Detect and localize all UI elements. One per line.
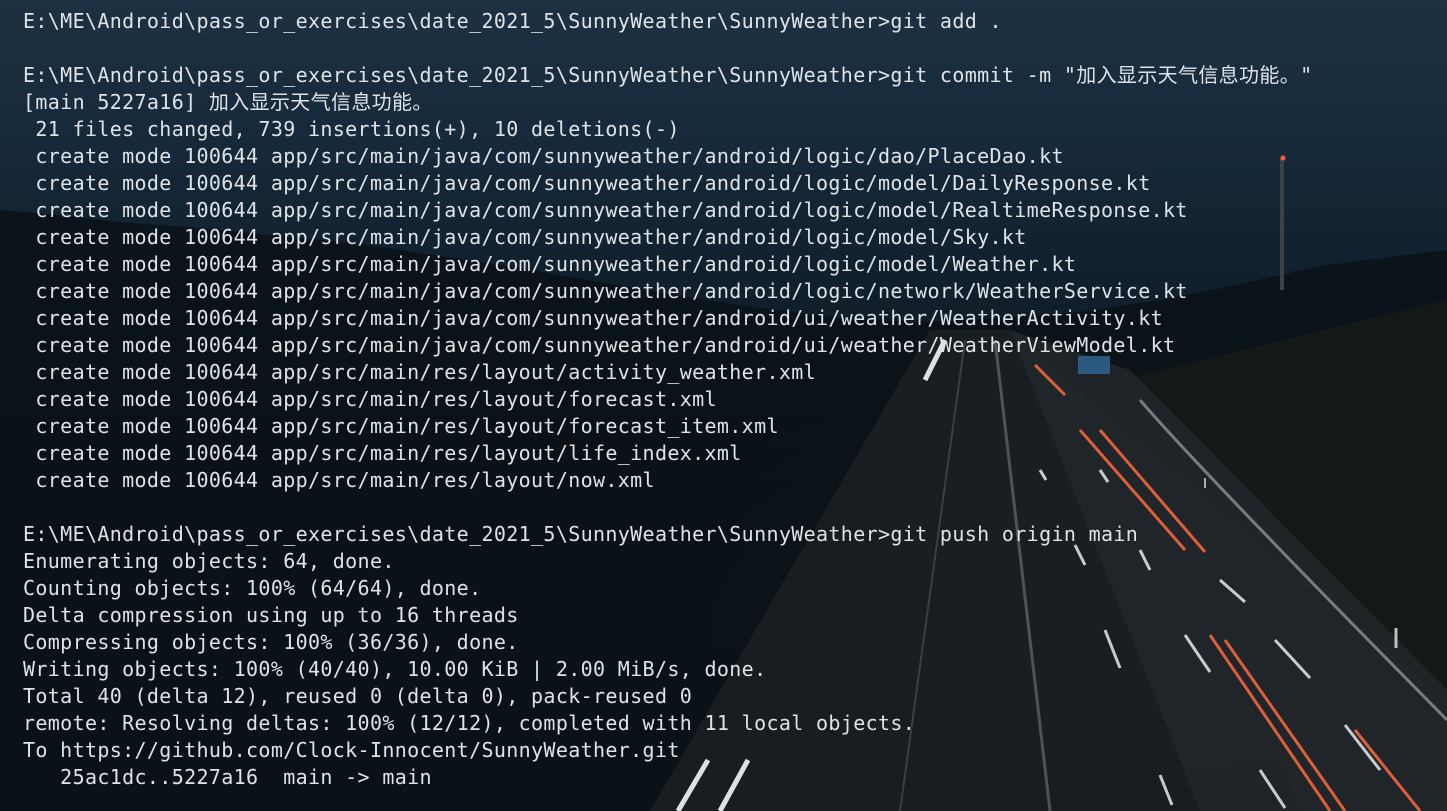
terminal-line: create mode 100644 app/src/main/java/com…: [23, 252, 1077, 276]
terminal-line: create mode 100644 app/src/main/res/layo…: [23, 360, 817, 384]
terminal-line: Writing objects: 100% (40/40), 10.00 KiB…: [23, 657, 767, 681]
terminal-line: 25ac1dc..5227a16 main -> main: [23, 765, 432, 789]
terminal-line: [main 5227a16] 加入显示天气信息功能。: [23, 90, 433, 114]
terminal-line: create mode 100644 app/src/main/java/com…: [23, 198, 1188, 222]
terminal-line: create mode 100644 app/src/main/res/layo…: [23, 441, 742, 465]
terminal-line: Compressing objects: 100% (36/36), done.: [23, 630, 519, 654]
terminal-line: create mode 100644 app/src/main/java/com…: [23, 225, 1027, 249]
terminal-line: E:\ME\Android\pass_or_exercises\date_202…: [23, 63, 1313, 87]
terminal-line: create mode 100644 app/src/main/java/com…: [23, 171, 1151, 195]
terminal-line: create mode 100644 app/src/main/java/com…: [23, 144, 1064, 168]
terminal-line: create mode 100644 app/src/main/java/com…: [23, 306, 1163, 330]
terminal-line: E:\ME\Android\pass_or_exercises\date_202…: [23, 9, 1002, 33]
terminal-window[interactable]: E:\ME\Android\pass_or_exercises\date_202…: [0, 0, 1447, 811]
terminal-line: To https://github.com/Clock-Innocent/Sun…: [23, 738, 680, 762]
terminal-line: create mode 100644 app/src/main/res/layo…: [23, 414, 779, 438]
terminal-line: Total 40 (delta 12), reused 0 (delta 0),…: [23, 684, 693, 708]
terminal-line: Delta compression using up to 16 threads: [23, 603, 519, 627]
terminal-output[interactable]: E:\ME\Android\pass_or_exercises\date_202…: [23, 8, 1312, 791]
terminal-line: Counting objects: 100% (64/64), done.: [23, 576, 482, 600]
terminal-line: create mode 100644 app/src/main/res/layo…: [23, 387, 717, 411]
terminal-line: 21 files changed, 739 insertions(+), 10 …: [23, 117, 680, 141]
terminal-line: create mode 100644 app/src/main/res/layo…: [23, 468, 655, 492]
terminal-line: create mode 100644 app/src/main/java/com…: [23, 279, 1188, 303]
terminal-line: E:\ME\Android\pass_or_exercises\date_202…: [23, 522, 1139, 546]
terminal-line: create mode 100644 app/src/main/java/com…: [23, 333, 1176, 357]
terminal-line: remote: Resolving deltas: 100% (12/12), …: [23, 711, 916, 735]
terminal-line: Enumerating objects: 64, done.: [23, 549, 395, 573]
